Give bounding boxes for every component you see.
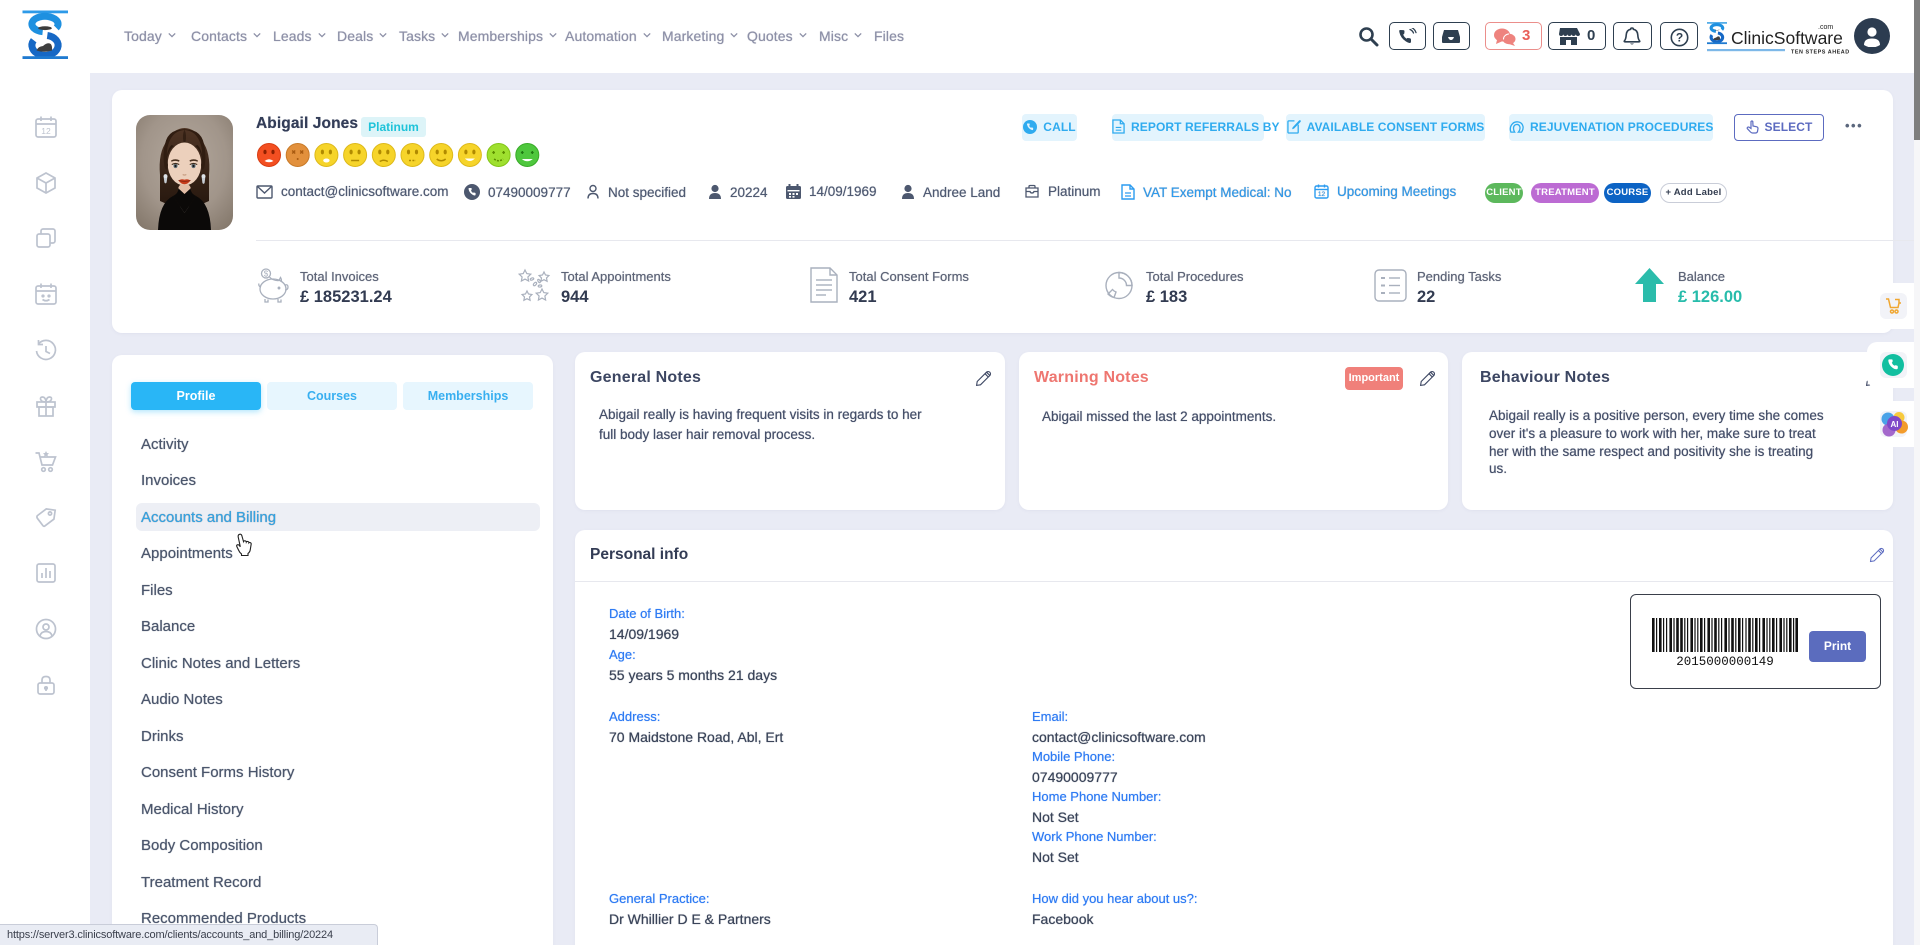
svg-text:.com: .com <box>1818 24 1833 31</box>
svg-text:?: ? <box>1676 31 1683 45</box>
svg-text:$: $ <box>264 270 269 279</box>
svg-text:ClinicSoftware: ClinicSoftware <box>1731 28 1843 48</box>
svg-text:12: 12 <box>41 126 51 136</box>
svg-text:TEN STEPS AHEAD: TEN STEPS AHEAD <box>1791 50 1850 55</box>
svg-text:AI: AI <box>1891 420 1899 429</box>
svg-text:12: 12 <box>1318 191 1326 198</box>
